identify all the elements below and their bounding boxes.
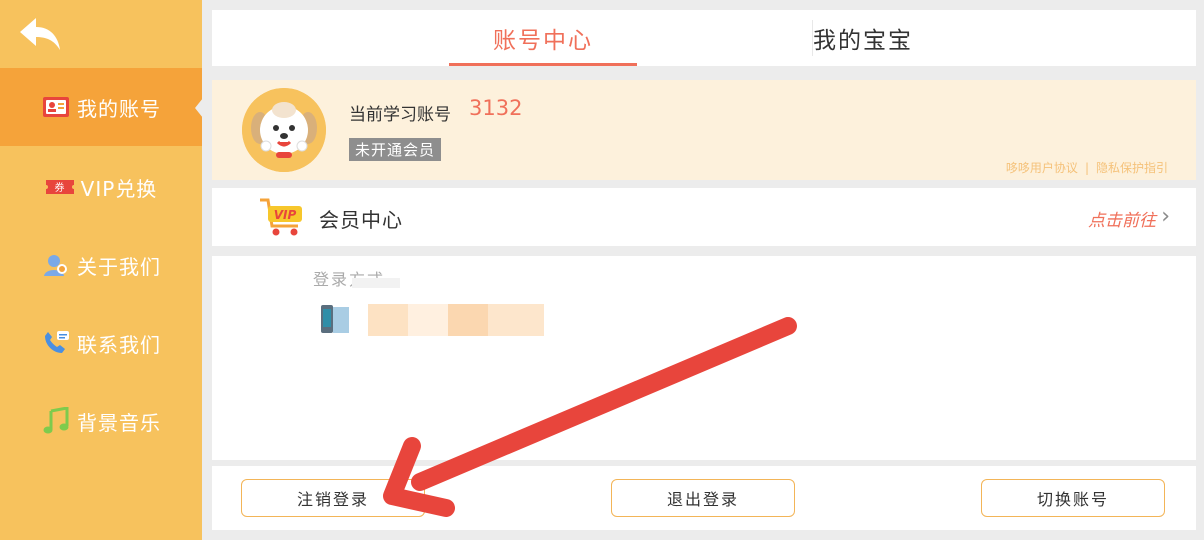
profile-card: 当前学习账号 3132 未开通会员 哆哆用户协议 | 隐私保护指引 [212, 80, 1196, 180]
tab-label: 我的宝宝 [813, 28, 913, 54]
sidebar-item-about-us[interactable]: 关于我们 [0, 226, 202, 304]
vip-cart-icon: VIP [258, 196, 306, 238]
sidebar-item-label: 我的账号 [77, 96, 161, 121]
privacy-policy-link[interactable]: 隐私保护指引 [1096, 161, 1168, 175]
sidebar-item-label: 联系我们 [77, 332, 161, 357]
login-method-panel: 登录方式 [212, 256, 1196, 460]
redacted-account-text [408, 304, 448, 336]
tab-my-baby[interactable]: 我的宝宝 [769, 10, 957, 66]
redacted-account-text [448, 304, 488, 336]
account-id: 3132 [469, 96, 523, 120]
vip-go-link[interactable]: 点击前往 [1088, 206, 1156, 231]
phone-device-icon [319, 303, 351, 335]
sidebar-item-background-music[interactable]: 背景音乐 [0, 382, 202, 460]
policy-links: 哆哆用户协议 | 隐私保护指引 [1006, 159, 1168, 176]
redacted-account-text [488, 304, 544, 336]
user-agreement-link[interactable]: 哆哆用户协议 [1006, 161, 1078, 175]
active-tab-underline [449, 63, 637, 66]
sidebar-item-my-account[interactable]: 我的账号 [0, 68, 203, 146]
sidebar: 我的账号 券 VIP兑换 关于我们 联系我们 背景音乐 [0, 0, 203, 540]
top-tab-bar: 账号中心 我的宝宝 [212, 10, 1196, 66]
redacted-area [352, 278, 400, 288]
vip-center-label: 会员中心 [319, 208, 403, 232]
coupon-icon: 券 [45, 174, 75, 200]
back-button[interactable] [18, 14, 64, 54]
chevron-right-icon: › [1161, 204, 1170, 229]
sidebar-item-vip-exchange[interactable]: 券 VIP兑换 [0, 148, 202, 226]
account-label: 当前学习账号 [349, 105, 451, 125]
member-status-badge: 未开通会员 [349, 138, 442, 161]
sidebar-item-label: 关于我们 [77, 254, 161, 279]
deregister-button[interactable]: 注销登录 [241, 479, 425, 517]
sidebar-item-contact-us[interactable]: 联系我们 [0, 304, 202, 382]
link-separator: | [1084, 161, 1089, 175]
tab-label: 账号中心 [493, 28, 593, 54]
phone-icon [41, 330, 71, 356]
account-card-icon [41, 94, 71, 120]
sidebar-item-label: 背景音乐 [77, 410, 161, 435]
puppy-avatar-icon [242, 88, 326, 172]
svg-text:券: 券 [54, 181, 65, 194]
tab-account-center[interactable]: 账号中心 [449, 10, 637, 66]
active-indicator [195, 98, 203, 118]
music-note-icon [41, 407, 71, 434]
logout-button[interactable]: 退出登录 [611, 479, 795, 517]
switch-account-button[interactable]: 切换账号 [981, 479, 1165, 517]
vip-center-row[interactable]: VIP 会员中心 点击前往 › [212, 188, 1196, 246]
person-icon [41, 252, 71, 278]
redacted-account-text [368, 304, 408, 336]
action-bar: 注销登录 退出登录 切换账号 [212, 466, 1196, 530]
sidebar-item-label: VIP兑换 [80, 176, 158, 201]
vip-badge-text: VIP [274, 208, 297, 222]
avatar [242, 88, 326, 172]
back-arrow-icon [20, 18, 60, 50]
